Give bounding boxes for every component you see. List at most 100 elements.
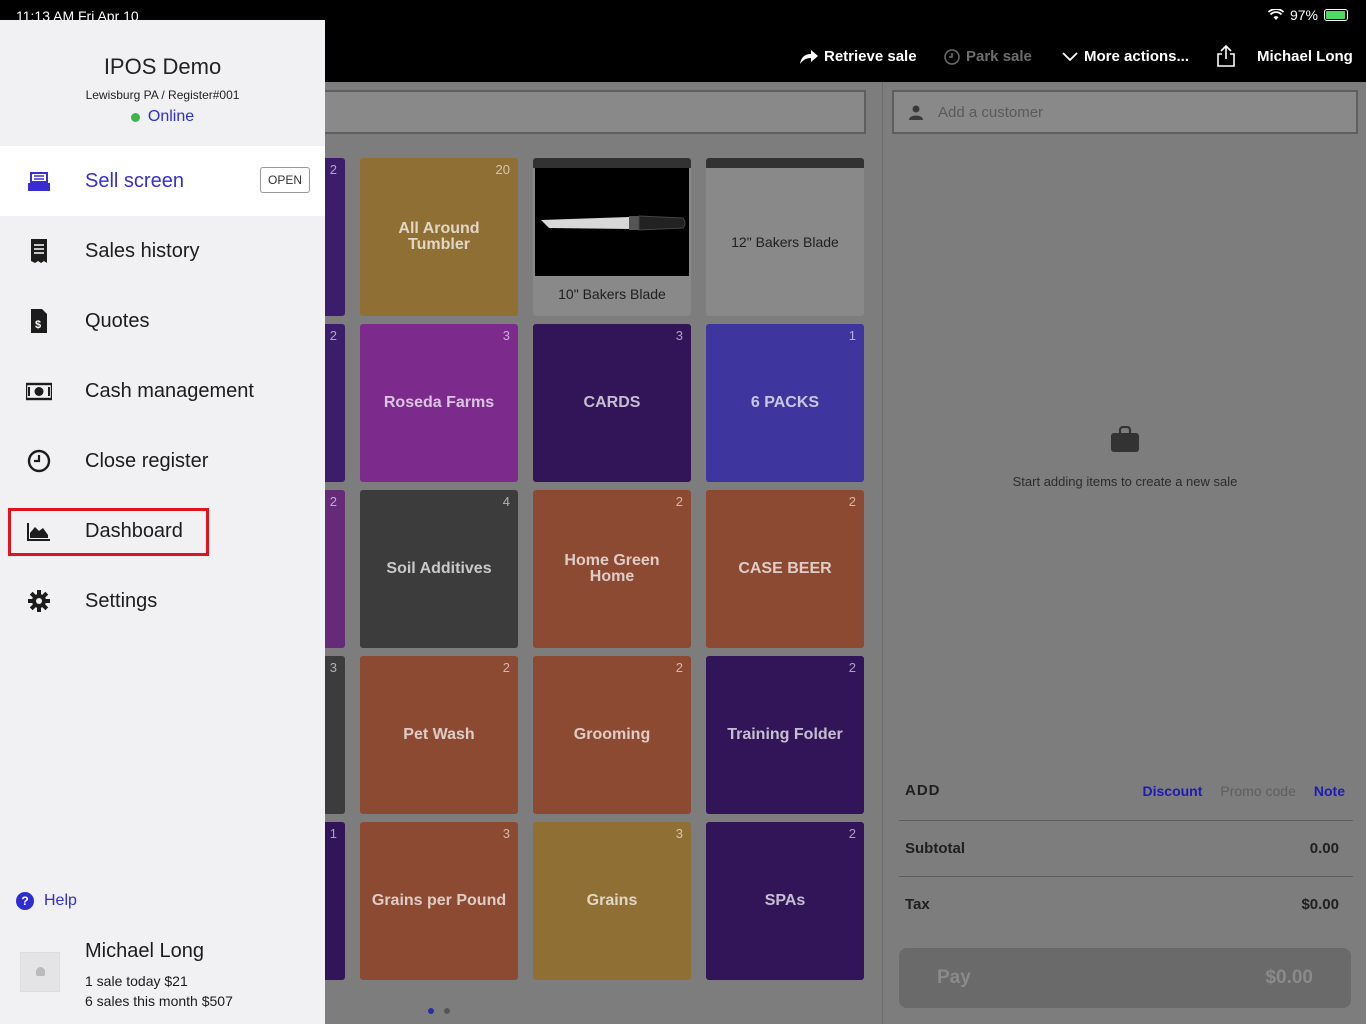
online-dot-icon [130,112,140,122]
add-label: ADD [905,782,941,799]
help-link[interactable]: ? Help [16,892,77,910]
tile-count: 2 [848,494,856,509]
share-icon [1217,44,1235,67]
page-indicator [428,1008,450,1014]
battery-percent: 97% [1289,7,1318,23]
dollar-document-icon: $ [31,309,47,333]
forward-arrow-icon [800,49,818,64]
nav-settings[interactable]: Settings [0,566,325,636]
navigation-drawer: IPOS Demo Lewisburg PA / Register#001 On… [0,20,325,1024]
tile-count: 2 [329,162,337,177]
nav-sales-history[interactable]: Sales history [0,216,325,286]
tile-count: 2 [675,494,683,509]
connection-status: Online [0,108,325,126]
nav-close-register[interactable]: Close register [0,426,325,496]
product-tile[interactable]: 3 Roseda Farms [360,324,518,482]
tax-value: $0.00 [1301,896,1339,913]
chevron-down-icon [1062,51,1078,61]
add-row: ADD Discount Promo code Note [905,782,1345,799]
product-tile[interactable]: 3 CARDS [533,324,691,482]
product-tile[interactable]: 20 All Around Tumbler [360,158,518,316]
tile-label: Grains [586,892,638,909]
avatar [20,952,60,992]
tile-count: 2 [848,826,856,841]
register-icon [28,172,50,191]
pay-amount: $0.00 [1265,967,1313,988]
wifi-icon [1267,9,1284,20]
tile-label: CASE BEER [738,560,832,577]
product-tile[interactable]: 3 Grains [533,822,691,980]
receipt-icon [31,239,47,263]
tax-row: Tax $0.00 [905,896,1339,913]
tile-label: Home Green Home [564,552,660,585]
knife-image [535,168,689,276]
search-input[interactable] [320,90,866,134]
tile-count: 3 [675,328,683,343]
empty-sale-message: Start adding items to create a new sale [1012,474,1238,489]
tile-count: 2 [848,660,856,675]
dashboard-highlight-box [8,508,209,556]
product-tile[interactable]: 2 Home Green Home [533,490,691,648]
register-location: Lewisburg PA / Register#001 [85,88,240,102]
note-link[interactable]: Note [1314,783,1345,799]
share-button[interactable] [1216,44,1236,68]
register-open-badge: OPEN [260,167,311,193]
nav-quotes[interactable]: $ Quotes [0,286,325,356]
drawer-header: IPOS Demo Lewisburg PA / Register#001 On… [0,20,325,146]
cash-icon [26,382,52,401]
product-tile[interactable]: 12" Bakers Blade [706,158,864,316]
battery-icon [1324,9,1348,21]
product-tile[interactable]: 2 SPAs [706,822,864,980]
user-button[interactable]: Michael Long [1257,48,1353,65]
tile-count: 3 [502,826,510,841]
tile-count: 2 [675,660,683,675]
store-name: IPOS Demo [103,54,222,79]
nav-sell-screen[interactable]: Sell screen OPEN [0,146,325,216]
tile-count: 4 [502,494,510,509]
product-tile[interactable]: 10" Bakers Blade [533,158,691,316]
sales-today: 1 sale today $21 [85,973,188,989]
page-dot[interactable] [444,1008,450,1014]
tile-count: 1 [848,328,856,343]
add-customer-field[interactable]: Add a customer [892,90,1358,134]
user-summary: Michael Long 1 sale today $21 6 sales th… [20,938,320,1018]
tile-label: Grains per Pound [371,892,507,909]
park-sale-button[interactable]: Park sale [944,48,1032,65]
tile-label: Grooming [573,726,651,743]
divider [899,876,1353,877]
tile-label: Pet Wash [403,726,475,743]
product-tile[interactable]: 4 Soil Additives [360,490,518,648]
tile-label: CARDS [583,394,641,411]
tile-label: All Around Tumbler [398,220,480,253]
tile-label: Soil Additives [386,560,492,577]
tile-count: 3 [675,826,683,841]
user-name: Michael Long [85,940,204,962]
product-tile[interactable]: 2 CASE BEER [706,490,864,648]
clock-icon [944,48,960,65]
product-tile[interactable]: 2 Training Folder [706,656,864,814]
pay-button[interactable]: Pay $0.00 [899,948,1351,1008]
tile-count: 3 [329,660,337,675]
more-actions-button[interactable]: More actions... [1062,48,1189,65]
shopping-bag-icon [1111,426,1139,452]
nav-cash-management[interactable]: Cash management [0,356,325,426]
tile-label: Roseda Farms [383,394,495,411]
tile-count: 20 [495,162,510,177]
retrieve-sale-button[interactable]: Retrieve sale [800,48,917,65]
tile-count: 1 [329,826,337,841]
sales-month: 6 sales this month $507 [85,993,233,1009]
page-dot-active[interactable] [428,1008,434,1014]
tile-count: 2 [329,494,337,509]
product-tile[interactable]: 2 Grooming [533,656,691,814]
product-tile[interactable]: 3 Grains per Pound [360,822,518,980]
tile-label: 6 PACKS [750,394,820,411]
product-tile[interactable]: 2 Pet Wash [360,656,518,814]
subtotal-value: 0.00 [1309,840,1339,857]
sale-panel: Add a customer Start adding items to cre… [882,82,1366,1024]
discount-link[interactable]: Discount [1143,783,1203,799]
product-tile[interactable]: 1 6 PACKS [706,324,864,482]
subtotal-row: Subtotal 0.00 [905,840,1339,857]
divider [899,820,1353,821]
promo-code-link[interactable]: Promo code [1220,783,1295,799]
clock-icon [27,449,51,473]
